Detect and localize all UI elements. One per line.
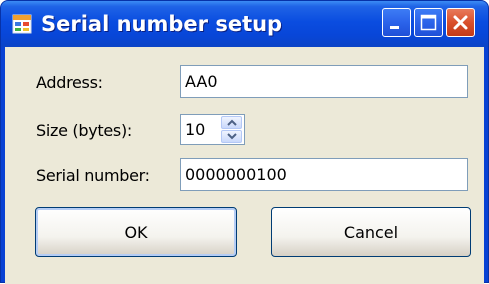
- close-button[interactable]: [446, 8, 475, 37]
- size-decrement-button[interactable]: [221, 130, 242, 143]
- size-value[interactable]: 10: [185, 115, 205, 144]
- window-title: Serial number setup: [41, 12, 283, 36]
- minimize-icon: [390, 26, 399, 29]
- close-icon: [453, 15, 468, 30]
- cancel-button[interactable]: Cancel: [271, 207, 471, 257]
- app-window-icon: [12, 14, 32, 34]
- serial-number-label: Serial number:: [36, 166, 150, 185]
- size-increment-button[interactable]: [221, 116, 242, 129]
- size-label: Size (bytes):: [36, 121, 132, 140]
- maximize-button[interactable]: [414, 8, 443, 37]
- size-stepper[interactable]: 10: [180, 114, 245, 145]
- address-label: Address:: [36, 73, 103, 92]
- minimize-button[interactable]: [382, 8, 411, 37]
- chevron-down-icon: [227, 133, 237, 140]
- address-input[interactable]: AA0: [180, 65, 468, 98]
- ok-button[interactable]: OK: [35, 207, 237, 257]
- serial-number-input[interactable]: 0000000100: [180, 158, 468, 191]
- maximize-icon: [420, 14, 437, 31]
- title-bar[interactable]: Serial number setup: [1, 1, 488, 47]
- chevron-up-icon: [227, 119, 237, 126]
